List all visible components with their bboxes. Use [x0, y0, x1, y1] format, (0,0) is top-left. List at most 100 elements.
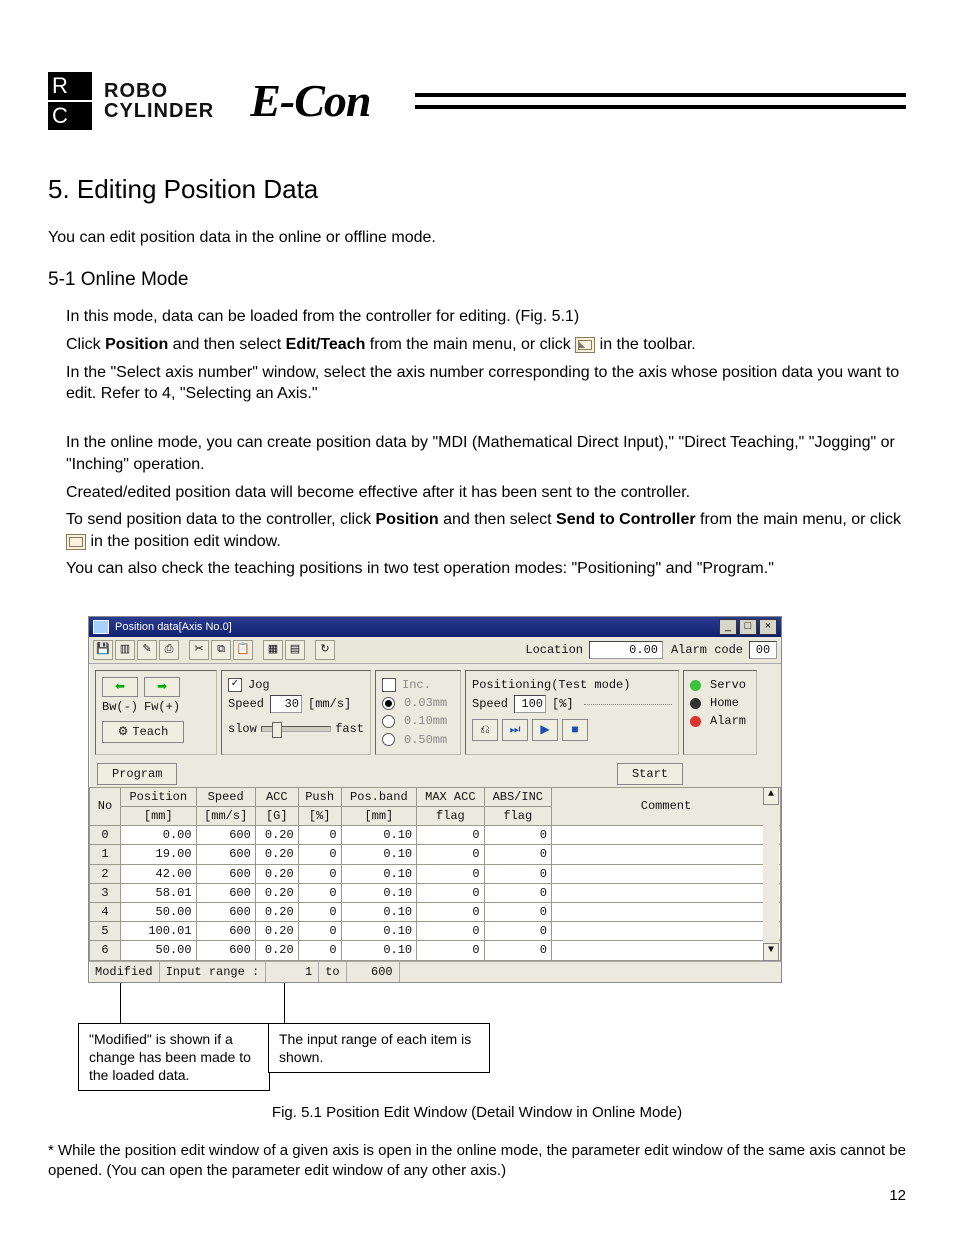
- grid2-icon[interactable]: ▤: [285, 640, 305, 660]
- servo-led-icon: [690, 680, 701, 691]
- bw-label: Bw(-): [102, 699, 138, 715]
- edit-teach-toolbar-icon: [575, 337, 595, 353]
- status-range-label: Input range :: [160, 962, 267, 982]
- window-titlebar[interactable]: Position data[Axis No.0] _ □ ×: [89, 617, 781, 637]
- test-speed-label: Speed: [472, 696, 508, 712]
- fw-arrow-icon[interactable]: ➡: [144, 677, 180, 697]
- location-value: 0.00: [589, 641, 663, 659]
- step-back-button[interactable]: ⎌: [472, 719, 498, 741]
- table-scrollbar[interactable]: ▲ ▼: [763, 787, 779, 961]
- table-row[interactable]: 450.006000.2000.1000: [90, 903, 781, 922]
- table-row[interactable]: 358.016000.2000.1000: [90, 883, 781, 902]
- logo-text-line1: ROBO: [104, 81, 214, 101]
- cut-icon[interactable]: ✂: [189, 640, 209, 660]
- paste-icon[interactable]: 📋: [233, 640, 253, 660]
- status-range-to: 600: [347, 962, 400, 982]
- alarm-code-value: 00: [749, 641, 777, 659]
- p-test-modes: You can also check the teaching position…: [66, 558, 906, 580]
- teach-icon: ⚙: [118, 724, 129, 740]
- callout-modified: "Modified" is shown if a change has been…: [78, 1023, 270, 1092]
- jog-speed-slider[interactable]: slow fast: [228, 719, 364, 739]
- window-title: Position data[Axis No.0]: [115, 620, 232, 635]
- send-to-controller-toolbar-icon: [66, 534, 86, 550]
- copy-icon[interactable]: ⧉: [211, 640, 231, 660]
- stop-button[interactable]: ■: [562, 719, 588, 741]
- econ-logo: E-Con: [250, 70, 370, 132]
- position-table[interactable]: No Position Speed ACC Push Pos.band MAX …: [89, 787, 781, 961]
- p-effective: Created/edited position data will become…: [66, 482, 906, 504]
- inc-checkbox[interactable]: [382, 678, 396, 692]
- play-button[interactable]: ▶: [532, 719, 558, 741]
- window-toolbar: 💾 ▥ ✎ ⎙ ✂ ⧉ 📋 ▦ ▤ ↻ Location 0.00 Alarm …: [89, 637, 781, 664]
- callout-input-range: The input range of each item is shown.: [268, 1023, 490, 1073]
- inc-010-radio[interactable]: [382, 715, 395, 728]
- fw-label: Fw(+): [144, 699, 180, 715]
- inc-panel: Inc. 0.03mm 0.10mm 0.50mm: [375, 670, 461, 755]
- jog-speed-unit: [mm/s]: [308, 696, 351, 712]
- callout-lead-line: [120, 983, 121, 1023]
- status-range-to-label: to: [319, 962, 346, 982]
- close-button[interactable]: ×: [759, 619, 777, 635]
- status-led-panel: Servo Home Alarm: [683, 670, 757, 755]
- scroll-down-icon[interactable]: ▼: [763, 943, 779, 961]
- test-speed-input[interactable]: 100: [514, 695, 546, 713]
- robo-cylinder-logo: R C ROBO CYLINDER: [48, 72, 214, 130]
- grid1-icon[interactable]: ▦: [263, 640, 283, 660]
- alarm-code-label: Alarm code: [671, 642, 743, 658]
- home-led-icon: [690, 698, 701, 709]
- jog-speed-label: Speed: [228, 696, 264, 712]
- p-send: To send position data to the controller,…: [66, 509, 906, 552]
- slider-slow-label: slow: [228, 721, 257, 737]
- minimize-button[interactable]: _: [719, 619, 737, 635]
- status-range-from: 1: [266, 962, 319, 982]
- status-modified: Modified: [89, 962, 160, 982]
- col-no: No: [90, 787, 121, 825]
- jog-speed-panel: ✓ Jog Speed 30 [mm/s] slow fast: [221, 670, 371, 755]
- p-load: In this mode, data can be loaded from th…: [66, 306, 906, 328]
- refresh-icon[interactable]: ↻: [315, 640, 335, 660]
- page-header: R C ROBO CYLINDER E-Con: [48, 70, 906, 132]
- start-button[interactable]: Start: [617, 763, 683, 785]
- col-comment: Comment: [552, 787, 781, 825]
- step-fwd-button[interactable]: ⏭: [502, 719, 528, 741]
- table-row[interactable]: 119.006000.2000.1000: [90, 845, 781, 864]
- section-heading: 5. Editing Position Data: [48, 172, 906, 207]
- save-icon[interactable]: 💾: [93, 640, 113, 660]
- p-select-axis: In the "Select axis number" window, sele…: [66, 362, 906, 405]
- test-speed-unit: [%]: [552, 696, 574, 712]
- header-rules: [415, 93, 907, 109]
- maximize-button[interactable]: □: [739, 619, 757, 635]
- program-button[interactable]: Program: [97, 763, 177, 785]
- callout-lead-line: [284, 983, 285, 1023]
- table-row[interactable]: 650.006000.2000.1000: [90, 941, 781, 960]
- jog-checkbox-label: Jog: [248, 677, 270, 693]
- test-mode-panel: Positioning(Test mode) Speed 100 [%] ⎌ ⏭…: [465, 670, 679, 755]
- jog-direction-panel: ⬅ ➡ Bw(-) Fw(+) ⚙ Teach: [95, 670, 217, 755]
- table-row[interactable]: 00.006000.2000.1000: [90, 826, 781, 845]
- send-icon[interactable]: ▥: [115, 640, 135, 660]
- footnote: * While the position edit window of a gi…: [48, 1141, 906, 1182]
- inc-label: Inc.: [402, 677, 431, 693]
- figure-caption: Fig. 5.1 Position Edit Window (Detail Wi…: [48, 1103, 906, 1123]
- window-icon: [93, 620, 109, 634]
- status-bar: Modified Input range : 1 to 600: [89, 961, 781, 982]
- bw-arrow-icon[interactable]: ⬅: [102, 677, 138, 697]
- jog-speed-input[interactable]: 30: [270, 695, 302, 713]
- test-mode-title: Positioning(Test mode): [472, 677, 630, 693]
- edit-icon[interactable]: ✎: [137, 640, 157, 660]
- inc-050-radio[interactable]: [382, 733, 395, 746]
- scroll-up-icon[interactable]: ▲: [763, 787, 779, 805]
- p-methods: In the online mode, you can create posit…: [66, 432, 906, 475]
- slider-fast-label: fast: [335, 721, 364, 737]
- inc-003-radio[interactable]: [382, 697, 395, 710]
- logo-text-line2: CYLINDER: [104, 101, 214, 121]
- subsection-heading: 5-1 Online Mode: [48, 267, 906, 293]
- intro-paragraph: You can edit position data in the online…: [48, 227, 906, 249]
- print-icon[interactable]: ⎙: [159, 640, 179, 660]
- teach-button[interactable]: ⚙ Teach: [102, 721, 184, 743]
- table-row[interactable]: 242.006000.2000.1000: [90, 864, 781, 883]
- table-row[interactable]: 5100.016000.2000.1000: [90, 922, 781, 941]
- alarm-led-icon: [690, 716, 701, 727]
- position-edit-window: Position data[Axis No.0] _ □ × 💾 ▥ ✎ ⎙ ✂…: [88, 616, 782, 983]
- jog-checkbox[interactable]: ✓: [228, 678, 242, 692]
